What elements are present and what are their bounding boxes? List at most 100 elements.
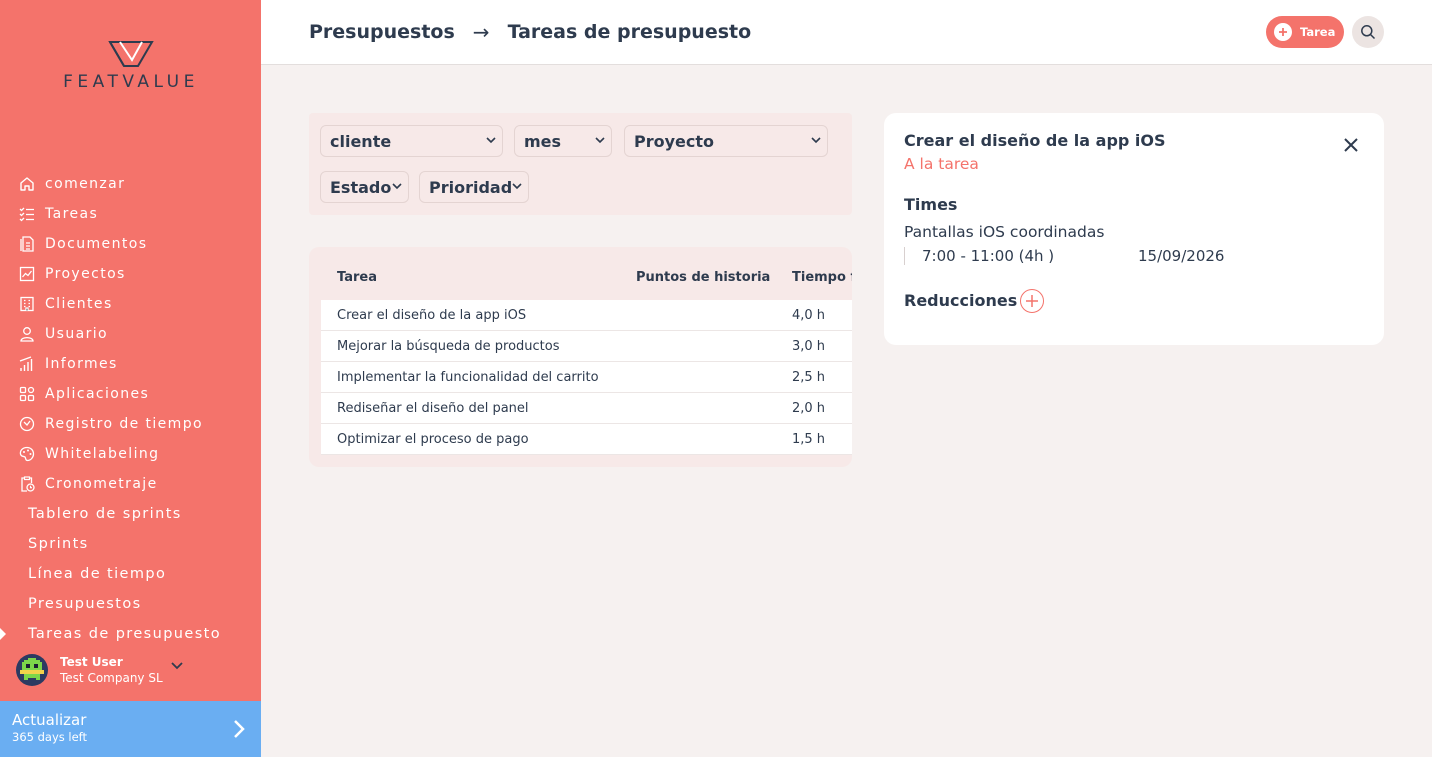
table-row[interactable]: Crear el diseño de la app iOS 4,0 h [321,300,852,331]
sidebar-item-comenzar[interactable]: comenzar [0,169,261,199]
sidebar-item-label: Usuario [45,326,109,342]
table-row[interactable]: Optimizar el proceso de pago 1,5 h [321,424,852,455]
sidebar-item-tablero-de-sprints[interactable]: Tablero de sprints [0,499,261,529]
palette-icon [18,445,36,463]
sidebar-item-label: Tablero de sprints [28,506,182,522]
building-icon [18,295,36,313]
task-name-cell: Implementar la funcionalidad del carrito [337,370,599,385]
month-select-value: mes [524,131,562,151]
chevron-down-icon[interactable] [171,662,183,670]
page-title: Tareas de presupuesto [507,21,752,43]
sidebar-item-label: Aplicaciones [45,386,150,402]
avatar-pixel-icon [20,658,44,680]
chevron-down-icon [595,137,605,144]
task-time-cell: 3,0 h [792,339,826,354]
time-entry-range: 7:00 - 11:00 (4h ) [904,247,1054,265]
sidebar-item-label: Cronometraje [45,476,158,492]
reductions-heading: Reducciones [904,291,1018,310]
chevron-down-icon [392,183,402,190]
sidebar-item-tareas[interactable]: Tareas [0,199,261,229]
sidebar-item-label: Proyectos [45,266,126,282]
upgrade-days-left: 365 days left [12,730,88,744]
column-header-task[interactable]: Tarea [337,270,377,285]
search-icon [1361,25,1376,40]
sidebar-item-label: Tareas [45,206,99,222]
clipboard-clock-icon [18,475,36,493]
search-button[interactable] [1352,16,1384,48]
table-body: Crear el diseño de la app iOS 4,0 h Mejo… [321,300,852,455]
sidebar-item-documentos[interactable]: Documentos [0,229,261,259]
task-time-cell: 2,5 h [792,370,826,385]
upgrade-banner[interactable]: Actualizar 365 days left [0,701,261,757]
home-icon [18,175,36,193]
project-select[interactable]: Proyecto [624,125,828,157]
sidebar-item-whitelabeling[interactable]: Whitelabeling [0,439,261,469]
budget-tasks-table: Tarea Puntos de historia Tiempo f Crear … [309,247,852,467]
sidebar-item-aplicaciones[interactable]: Aplicaciones [0,379,261,409]
task-name-cell: Optimizar el proceso de pago [337,432,529,447]
column-header-time[interactable]: Tiempo f [792,270,852,285]
breadcrumb-separator: → [472,20,490,44]
sidebar-item-label: comenzar [45,176,126,192]
task-name-cell: Mejorar la búsqueda de productos [337,339,560,354]
brand-logo[interactable]: FEATVALUE [45,40,217,92]
breadcrumb: Presupuestos → Tareas de presupuesto [309,20,751,44]
sidebar-item-label: Informes [45,356,118,372]
sidebar-item-linea-de-tiempo[interactable]: Línea de tiempo [0,559,261,589]
user-icon [18,325,36,343]
sidebar-item-clientes[interactable]: Clientes [0,289,261,319]
plus-icon [1026,295,1038,307]
timer-icon [18,415,36,433]
time-entry-date: 15/09/2026 [1138,247,1225,265]
task-time-cell: 2,0 h [792,401,826,416]
month-select[interactable]: mes [514,125,612,157]
table-row[interactable]: Rediseñar el diseño del panel 2,0 h [321,393,852,424]
breadcrumb-parent[interactable]: Presupuestos [309,21,455,43]
user-menu[interactable]: Test User Test Company SL [16,652,246,688]
sidebar-item-cronometraje[interactable]: Cronometraje [0,469,261,499]
priority-select[interactable]: Prioridad [419,171,529,203]
add-reduction-button[interactable] [1020,289,1044,313]
top-header: Presupuestos → Tareas de presupuesto Tar… [261,0,1432,65]
add-task-button[interactable]: Tarea [1266,16,1344,48]
sidebar-item-sprints[interactable]: Sprints [0,529,261,559]
sidebar-item-label: Clientes [45,296,113,312]
chevron-down-icon [486,137,496,144]
sidebar-item-usuario[interactable]: Usuario [0,319,261,349]
task-name-cell: Rediseñar el diseño del panel [337,401,529,416]
sidebar-item-label: Presupuestos [28,596,142,612]
apps-icon [18,385,36,403]
task-time-cell: 1,5 h [792,432,826,447]
sidebar-item-informes[interactable]: Informes [0,349,261,379]
sidebar-item-label: Documentos [45,236,148,252]
status-select[interactable]: Estado [320,171,409,203]
table-row[interactable]: Implementar la funcionalidad del carrito… [321,362,852,393]
close-icon[interactable] [1343,137,1359,153]
logo-mark-icon [108,41,154,67]
table-row[interactable]: Mejorar la búsqueda de productos 3,0 h [321,331,852,362]
sidebar-item-tareas-de-presupuesto[interactable]: Tareas de presupuesto [0,619,261,649]
time-entry-name: Pantallas iOS coordinadas [904,223,1105,241]
sidebar-item-proyectos[interactable]: Proyectos [0,259,261,289]
user-name: Test User [60,655,123,669]
sidebar-item-label: Tareas de presupuesto [28,626,222,642]
sidebar-item-label: Registro de tiempo [45,416,203,432]
upgrade-title: Actualizar [12,711,87,729]
sidebar-item-presupuestos[interactable]: Presupuestos [0,589,261,619]
checklist-icon [18,205,36,223]
client-select[interactable]: cliente [320,125,503,157]
sidebar-nav: comenzar Tareas Documentos Proyectos Cli… [0,169,261,649]
task-detail-panel: Crear el diseño de la app iOS A la tarea… [884,113,1384,345]
detail-title: Crear el diseño de la app iOS [904,131,1166,150]
chevron-right-icon [234,720,245,738]
chart-icon [18,265,36,283]
bars-icon [18,355,36,373]
sidebar: FEATVALUE comenzar Tareas Documentos Pro… [0,0,261,757]
document-icon [18,235,36,253]
task-time-cell: 4,0 h [792,308,826,323]
plus-icon [1274,23,1292,41]
column-header-story-points[interactable]: Puntos de historia [636,270,770,285]
sidebar-item-registro-de-tiempo[interactable]: Registro de tiempo [0,409,261,439]
user-company: Test Company SL [60,671,163,685]
go-to-task-link[interactable]: A la tarea [904,155,979,173]
